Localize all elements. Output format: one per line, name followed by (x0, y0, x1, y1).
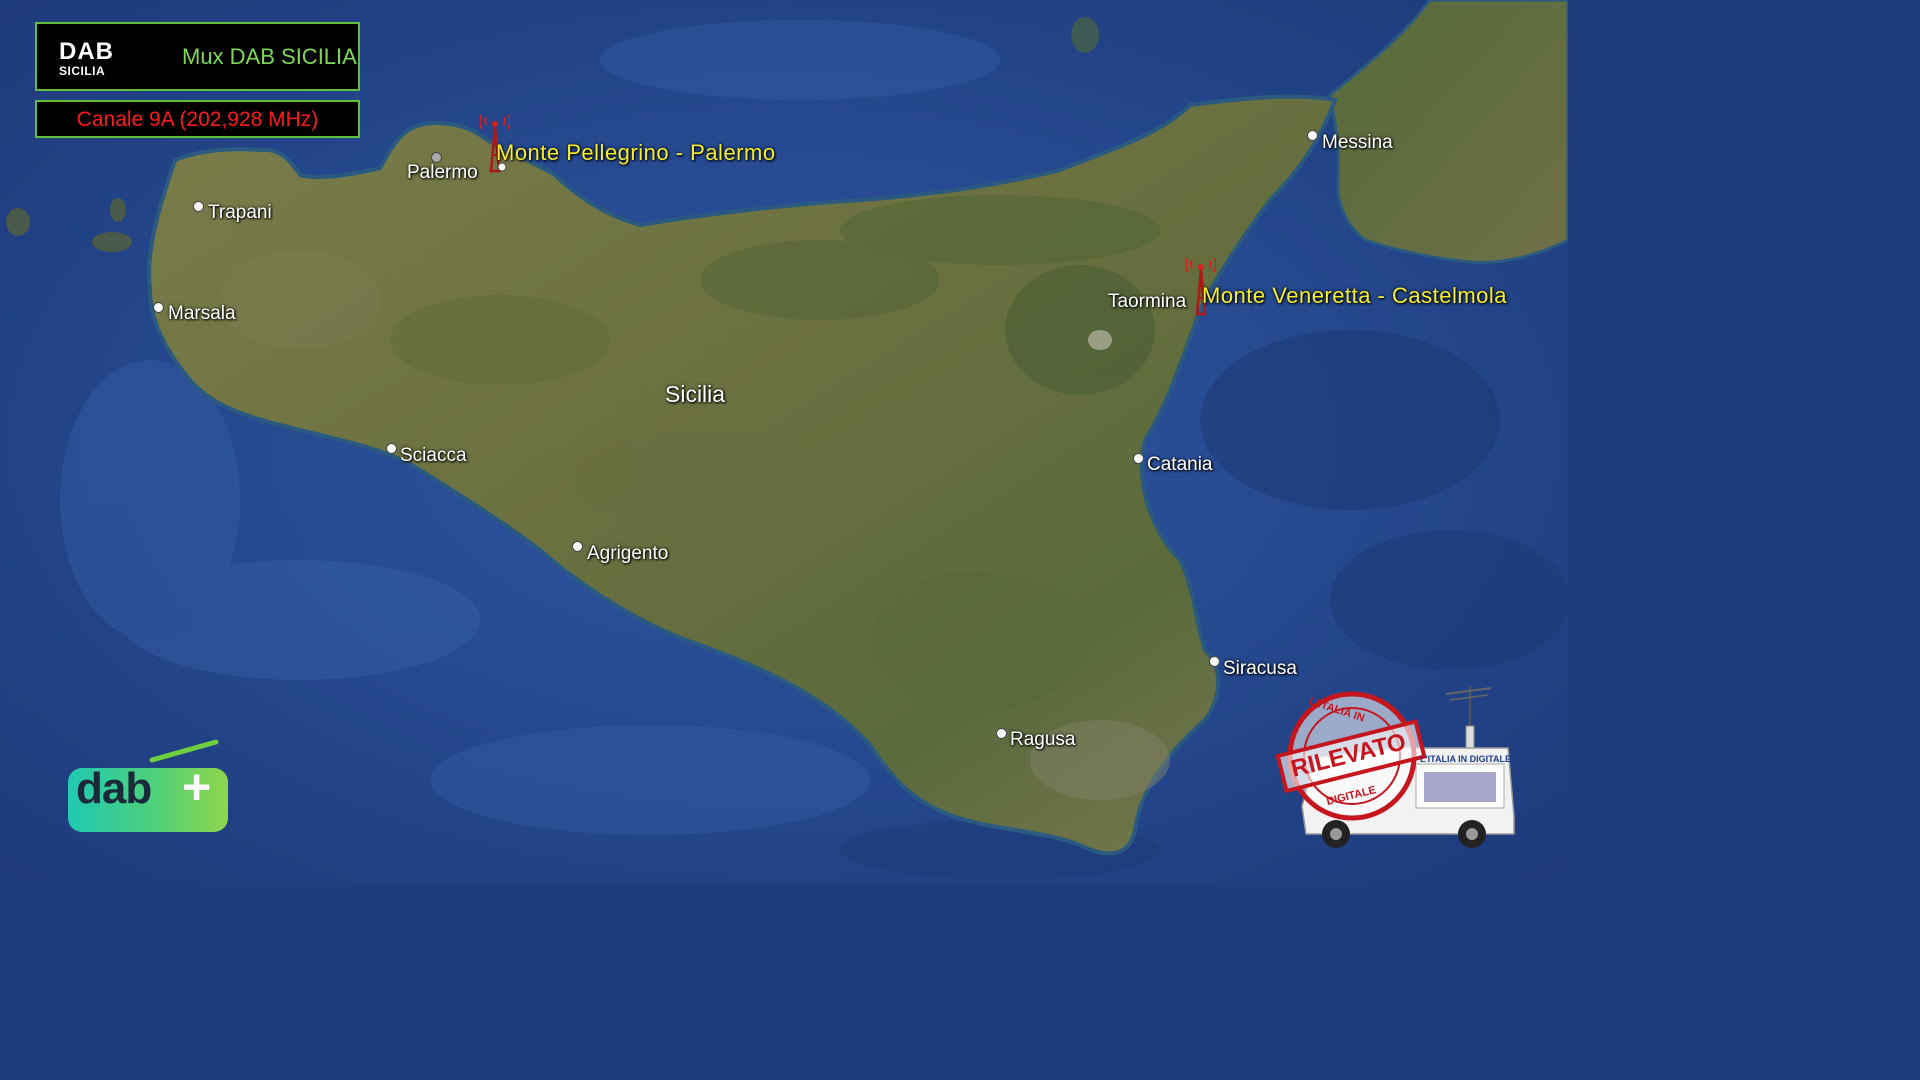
island-ustica (1071, 17, 1099, 53)
logo-line2: SICILIA (59, 64, 106, 78)
city-label-messina: Messina (1322, 132, 1393, 153)
transmitter-label-veneretta: Monte Veneretta - Castelmola (1202, 283, 1508, 308)
city-label-ragusa: Ragusa (1010, 729, 1076, 750)
city-dot-icon (996, 728, 1007, 739)
city-label-sciacca: Sciacca (400, 445, 467, 466)
city-dot-icon (153, 302, 164, 313)
rilevato-badge: L'ITALIA IN RILEVATO DIGITALE L'ITALIA I… (1276, 686, 1521, 852)
city-dot-icon (1209, 656, 1220, 667)
map-stage: DAB SICILIA Mux DAB SICILIA Canale 9A (2… (0, 0, 1568, 882)
dab-sicilia-logo: DAB SICILIA (57, 38, 121, 80)
city-dot-icon (1133, 453, 1144, 464)
logo-line1: DAB (59, 38, 114, 65)
city-label-palermo: Palermo (407, 162, 478, 183)
island-egadi-3 (92, 232, 132, 252)
channel-label: Canale 9A (202,928 MHz) (76, 108, 319, 131)
region-label: Sicilia (665, 381, 726, 407)
city-label-siracusa: Siracusa (1223, 658, 1297, 679)
city-dot-icon (572, 541, 583, 552)
city-label-marsala: Marsala (168, 303, 236, 324)
island-egadi-2 (110, 198, 126, 222)
mux-header-box: DAB SICILIA Mux DAB SICILIA (35, 22, 360, 91)
city-dot-icon (1307, 130, 1318, 141)
dab-plus-sign: + (182, 759, 212, 815)
dab-plus-text: dab (76, 764, 152, 813)
city-label-agrigento: Agrigento (587, 543, 669, 564)
island-egadi-1 (6, 208, 30, 236)
van-sign-text: L'ITALIA IN DIGITALE (1420, 754, 1511, 764)
city-label-catania: Catania (1147, 454, 1213, 475)
mux-label: Mux DAB SICILIA (182, 44, 357, 69)
city-dot-icon (193, 201, 204, 212)
transmitter-label-pellegrino: Monte Pellegrino - Palermo (496, 140, 776, 165)
city-dot-icon (386, 443, 397, 454)
city-label-trapani: Trapani (208, 202, 272, 223)
dab-plus-logo: dab + (66, 738, 234, 838)
channel-box: Canale 9A (202,928 MHz) (35, 100, 360, 138)
city-label-taormina: Taormina (1108, 291, 1187, 312)
